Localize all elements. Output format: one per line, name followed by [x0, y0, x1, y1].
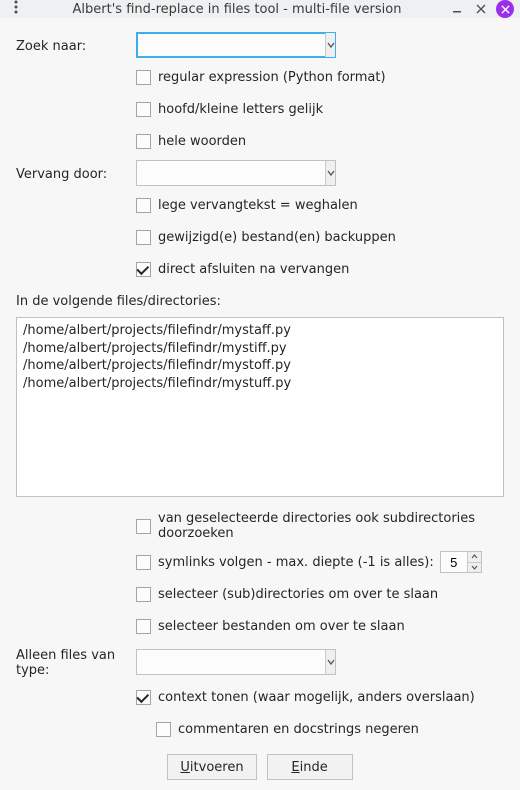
- whole-words-label: hele woorden: [158, 134, 246, 149]
- symlinks-label: symlinks volgen - max. diepte (-1 is all…: [158, 555, 434, 570]
- window-controls: [448, 0, 514, 18]
- skip-dirs-option[interactable]: selecteer (sub)directories om over te sl…: [136, 582, 438, 606]
- comments-checkbox[interactable]: [156, 722, 171, 737]
- end-button[interactable]: Einde: [267, 754, 353, 780]
- filetype-combo[interactable]: [136, 649, 336, 675]
- close-button[interactable]: [496, 0, 514, 18]
- case-option[interactable]: hoofd/kleine letters gelijk: [136, 97, 323, 121]
- recurse-option[interactable]: van geselecteerde directories ook subdir…: [136, 509, 504, 543]
- search-row: Zoek naar:: [16, 32, 504, 58]
- window-title: Albert's find-replace in files tool - mu…: [26, 2, 448, 17]
- content-area: Zoek naar: regular expression (Python fo…: [0, 18, 520, 790]
- recurse-label: van geselecteerde directories ook subdir…: [158, 511, 504, 541]
- minimize-button[interactable]: [448, 0, 466, 18]
- regex-option[interactable]: regular expression (Python format): [136, 65, 386, 89]
- filetype-row: Alleen files van type:: [16, 645, 504, 678]
- backup-checkbox[interactable]: [136, 230, 151, 245]
- close-after-option[interactable]: direct afsluiten na vervangen: [136, 257, 349, 281]
- skip-dirs-checkbox[interactable]: [136, 587, 151, 602]
- list-item[interactable]: /home/albert/projects/filefindr/mystuff.…: [23, 375, 497, 393]
- close-after-checkbox[interactable]: [136, 262, 151, 277]
- skip-files-label: selecteer bestanden om over te slaan: [158, 619, 405, 634]
- case-label: hoofd/kleine letters gelijk: [158, 102, 323, 117]
- empty-remove-checkbox[interactable]: [136, 198, 151, 213]
- search-input[interactable]: [137, 33, 325, 57]
- search-label: Zoek naar:: [16, 36, 136, 54]
- symlinks-option[interactable]: symlinks volgen - max. diepte (-1 is all…: [136, 550, 434, 574]
- titlebar: Albert's find-replace in files tool - mu…: [0, 0, 520, 18]
- window: Albert's find-replace in files tool - mu…: [0, 0, 520, 727]
- backup-label: gewijzigd(e) bestand(en) backuppen: [158, 230, 396, 245]
- context-option[interactable]: context tonen (waar mogelijk, anders ove…: [136, 685, 475, 709]
- filetype-input[interactable]: [137, 650, 325, 674]
- whole-words-checkbox[interactable]: [136, 134, 151, 149]
- regex-checkbox[interactable]: [136, 70, 151, 85]
- symlinks-depth-input[interactable]: [441, 552, 467, 572]
- skip-dirs-label: selecteer (sub)directories om over te sl…: [158, 587, 438, 602]
- case-checkbox[interactable]: [136, 102, 151, 117]
- symlinks-depth-spinner[interactable]: [440, 551, 482, 573]
- empty-remove-label: lege vervangtekst = weghalen: [158, 198, 358, 213]
- maximize-button[interactable]: [472, 0, 490, 18]
- replace-row: Vervang door:: [16, 160, 504, 186]
- replace-combo[interactable]: [136, 160, 336, 186]
- list-item[interactable]: /home/albert/projects/filefindr/mystoff.…: [23, 357, 497, 375]
- files-listbox[interactable]: /home/albert/projects/filefindr/mystaff.…: [16, 317, 504, 497]
- whole-words-option[interactable]: hele woorden: [136, 129, 246, 153]
- list-item[interactable]: /home/albert/projects/filefindr/mystiff.…: [23, 340, 497, 358]
- empty-remove-option[interactable]: lege vervangtekst = weghalen: [136, 193, 358, 217]
- spinner-up-button[interactable]: [468, 552, 481, 562]
- filetype-dropdown-button[interactable]: [325, 650, 335, 674]
- replace-input[interactable]: [137, 161, 325, 185]
- filetype-label: Alleen files van type:: [16, 645, 136, 678]
- symlinks-checkbox[interactable]: [136, 555, 151, 570]
- comments-option[interactable]: commentaren en docstrings negeren: [156, 717, 419, 741]
- backup-option[interactable]: gewijzigd(e) bestand(en) backuppen: [136, 225, 396, 249]
- list-item[interactable]: /home/albert/projects/filefindr/mystaff.…: [23, 322, 497, 340]
- skip-files-option[interactable]: selecteer bestanden om over te slaan: [136, 614, 405, 638]
- context-label: context tonen (waar mogelijk, anders ove…: [158, 690, 475, 705]
- comments-label: commentaren en docstrings negeren: [178, 722, 419, 737]
- app-menu-button[interactable]: [6, 0, 26, 18]
- search-combo[interactable]: [136, 32, 336, 58]
- context-checkbox[interactable]: [136, 690, 151, 705]
- regex-label: regular expression (Python format): [158, 70, 386, 85]
- replace-label: Vervang door:: [16, 164, 136, 182]
- execute-button[interactable]: Uitvoeren: [167, 754, 256, 780]
- button-row: Uitvoeren Einde: [16, 754, 504, 780]
- spinner-down-button[interactable]: [468, 562, 481, 573]
- replace-dropdown-button[interactable]: [325, 161, 335, 185]
- recurse-checkbox[interactable]: [136, 519, 151, 534]
- close-after-label: direct afsluiten na vervangen: [158, 262, 349, 277]
- files-section-label: In de volgende files/directories:: [16, 294, 504, 309]
- skip-files-checkbox[interactable]: [136, 619, 151, 634]
- search-dropdown-button[interactable]: [325, 33, 335, 57]
